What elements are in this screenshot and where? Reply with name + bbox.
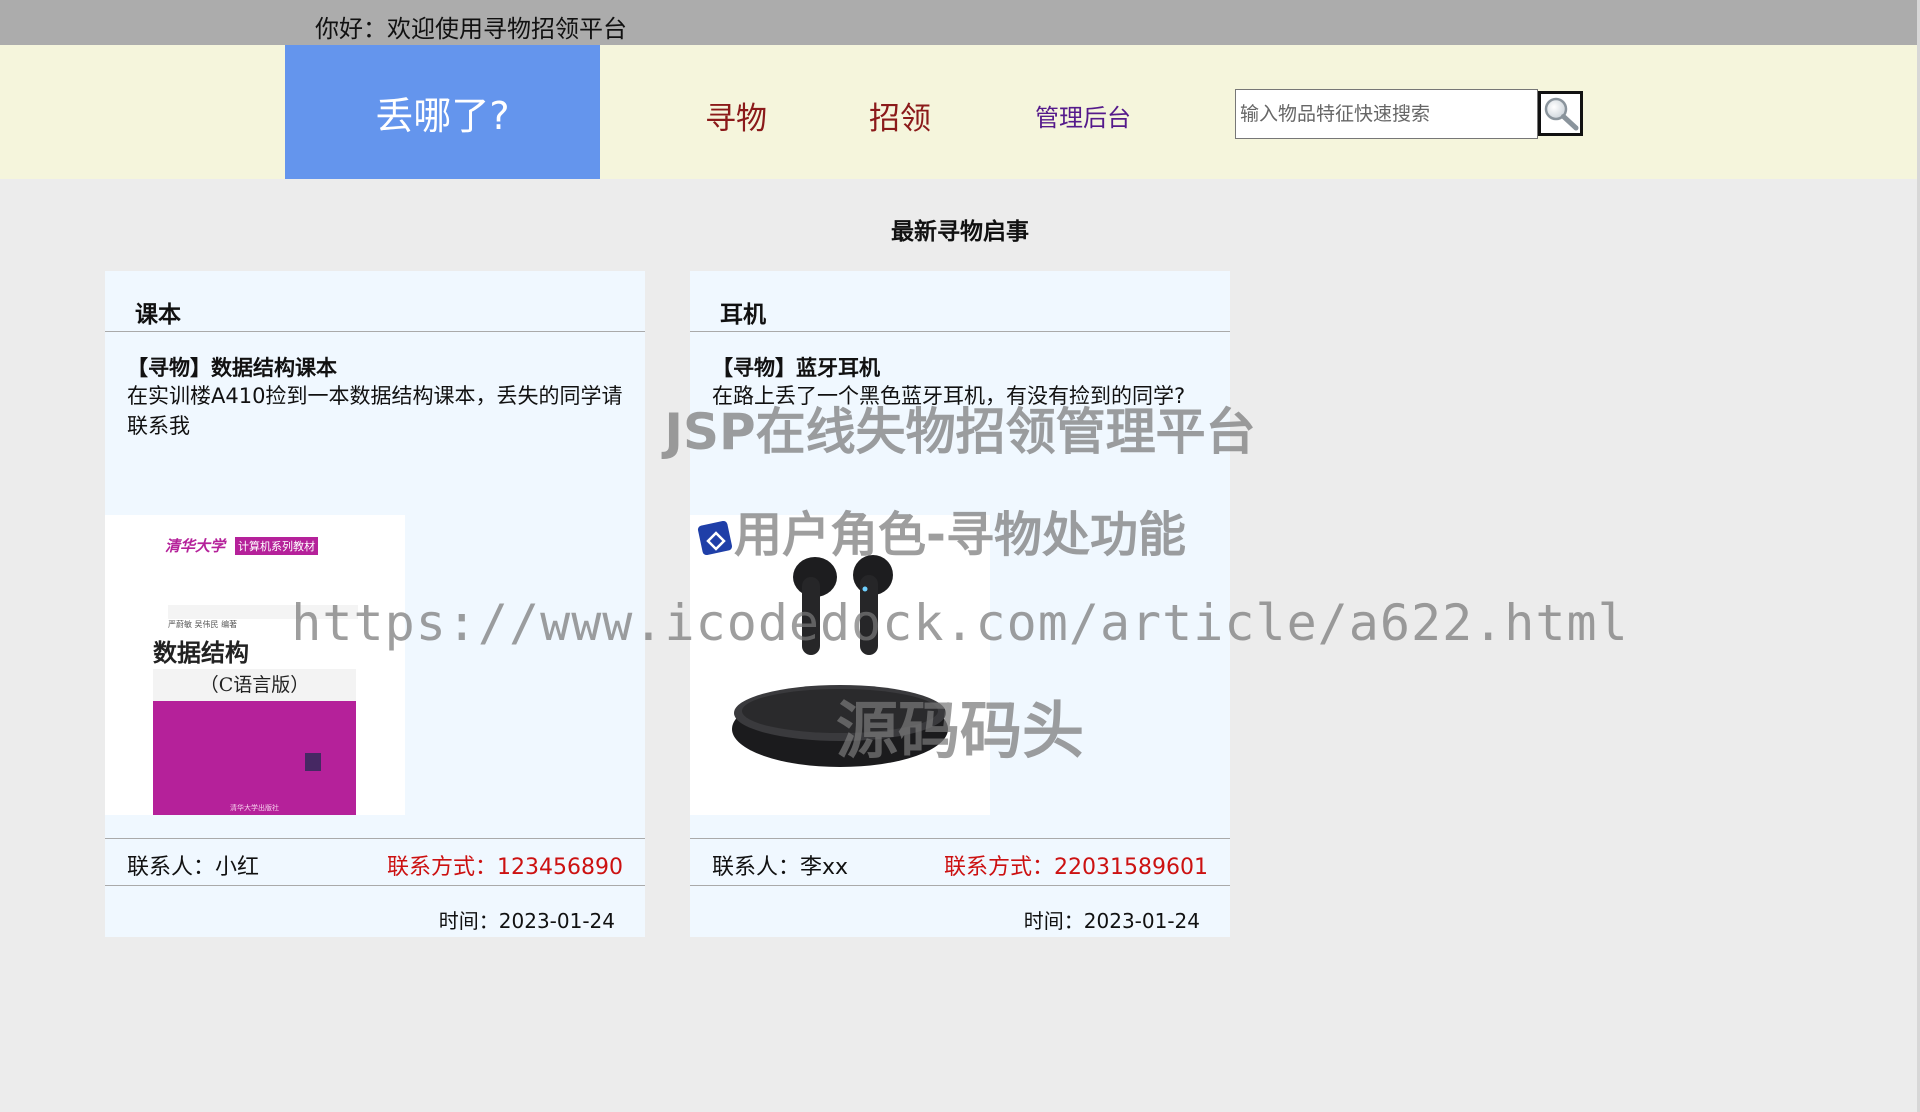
card-header: 耳机 [690, 271, 1230, 332]
nav-find-link[interactable]: 寻物 [705, 93, 767, 138]
earbuds-illustration [697, 520, 948, 767]
book-publisher: 清华大学出版社 [230, 804, 279, 812]
contact-phone: 联系方式：22031589601 [944, 855, 1208, 880]
lost-item-card[interactable]: 课本 【寻物】数据结构课本 在实训楼A410捡到一本数据结构课本，丢失的同学请联… [105, 271, 645, 937]
book-title: 数据结构 [153, 638, 249, 667]
contact-row: 联系人：小红 联系方式：123456890 [105, 838, 645, 886]
contact-phone: 联系方式：123456890 [387, 855, 623, 880]
card-title[interactable]: 【寻物】蓝牙耳机 [712, 352, 880, 382]
lost-item-card[interactable]: 耳机 【寻物】蓝牙耳机 在路上丢了一个黑色蓝牙耳机，有没有捡到的同学? 联系人：… [690, 271, 1230, 937]
header: 丢哪了? 寻物 招领 管理后台 [0, 45, 1920, 179]
card-title[interactable]: 【寻物】数据结构课本 [127, 352, 337, 382]
book-edition: （C语言版） [153, 669, 356, 701]
magnifier-icon [1544, 97, 1578, 130]
card-header: 课本 [105, 271, 645, 332]
book-authors: 严蔚敏 吴伟民 编著 [168, 620, 238, 629]
card-description: 在路上丢了一个黑色蓝牙耳机，有没有捡到的同学? [712, 384, 1186, 408]
textbook-image: 清华大学 计算机系列教材 严蔚敏 吴伟民 编著 数据结构 （C语言版） 清华大学… [105, 515, 405, 815]
nav-claim-link[interactable]: 招领 [869, 93, 931, 138]
nav-admin-link[interactable]: 管理后台 [1035, 98, 1131, 133]
card-category: 耳机 [720, 302, 766, 328]
top-bar: 你好：欢迎使用寻物招领平台 [0, 0, 1920, 45]
contact-row: 联系人：李xx 联系方式：22031589601 [690, 838, 1230, 886]
book-series: 计算机系列教材 [235, 537, 318, 555]
site-logo[interactable]: 丢哪了? [285, 45, 600, 179]
card-description: 在实训楼A410捡到一本数据结构课本，丢失的同学请联系我 [127, 384, 623, 438]
card-category: 课本 [135, 302, 181, 328]
book-university: 清华大学 [165, 537, 226, 555]
search-input[interactable] [1235, 89, 1538, 139]
earbuds-image [690, 515, 990, 815]
post-time: 时间：2023-01-24 [438, 909, 615, 933]
section-title: 最新寻物启事 [891, 219, 1029, 245]
contact-name: 联系人：小红 [127, 855, 260, 880]
search-button[interactable] [1538, 91, 1583, 136]
greeting-text: 你好：欢迎使用寻物招领平台 [315, 15, 627, 43]
post-time: 时间：2023-01-24 [1023, 909, 1200, 933]
contact-name: 联系人：李xx [712, 855, 849, 880]
